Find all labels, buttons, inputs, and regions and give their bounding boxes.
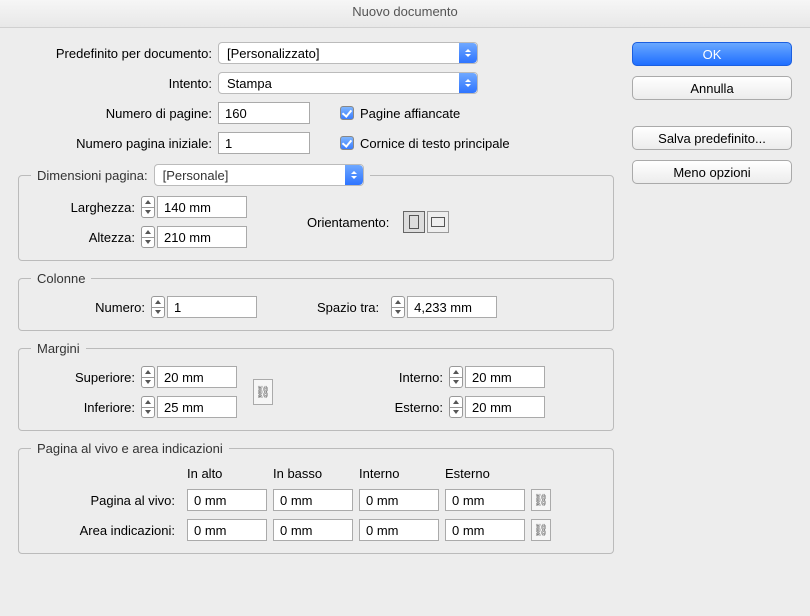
height-stepper[interactable] [141, 226, 155, 248]
width-stepper[interactable] [141, 196, 155, 218]
col-header-inside: Interno [359, 466, 439, 481]
label-primary-frame: Cornice di testo principale [360, 136, 510, 151]
link-bleed-icon[interactable]: ⛓ [531, 489, 551, 511]
primary-frame-checkbox[interactable] [340, 136, 354, 150]
margins-group: Margini Superiore: 20 mm Inferiore: 25 m… [18, 341, 614, 431]
window-title: Nuovo documento [0, 0, 810, 28]
bleed-slug-group: Pagina al vivo e area indicazioni In alt… [18, 441, 614, 554]
label-intent: Intento: [18, 76, 218, 91]
label-page-size: Dimensioni pagina: [37, 168, 148, 183]
intent-value: Stampa [227, 76, 272, 91]
label-margin-inside: Interno: [369, 370, 449, 385]
chevron-updown-icon [459, 73, 477, 93]
col-number-stepper[interactable] [151, 296, 165, 318]
col-header-bottom: In basso [273, 466, 353, 481]
label-col-number: Numero: [31, 300, 151, 315]
label-num-pages: Numero di pagine: [18, 106, 218, 121]
cancel-button[interactable]: Annulla [632, 76, 792, 100]
start-page-input[interactable]: 1 [218, 132, 310, 154]
slug-top-input[interactable]: 0 mm [187, 519, 267, 541]
preset-select[interactable]: [Personalizzato] [218, 42, 478, 64]
link-slug-icon[interactable]: ⛓ [531, 519, 551, 541]
slug-bottom-input[interactable]: 0 mm [273, 519, 353, 541]
margin-outside-stepper[interactable] [449, 396, 463, 418]
page-size-value: [Personale] [163, 168, 229, 183]
label-height: Altezza: [31, 230, 141, 245]
page-size-select[interactable]: [Personale] [154, 164, 364, 186]
label-start-page: Numero pagina iniziale: [18, 136, 218, 151]
bleed-legend: Pagina al vivo e area indicazioni [31, 441, 229, 456]
intent-select[interactable]: Stampa [218, 72, 478, 94]
margin-inside-input[interactable]: 20 mm [465, 366, 545, 388]
label-margin-bottom: Inferiore: [31, 400, 141, 415]
preset-value: [Personalizzato] [227, 46, 320, 61]
ok-button[interactable]: OK [632, 42, 792, 66]
margins-legend: Margini [31, 341, 86, 356]
height-input[interactable]: 210 mm [157, 226, 247, 248]
orientation-landscape-button[interactable] [427, 211, 449, 233]
gutter-input[interactable]: 4,233 mm [407, 296, 497, 318]
margin-top-stepper[interactable] [141, 366, 155, 388]
bleed-bottom-input[interactable]: 0 mm [273, 489, 353, 511]
col-number-input[interactable]: 1 [167, 296, 257, 318]
col-header-outside: Esterno [445, 466, 525, 481]
save-preset-button[interactable]: Salva predefinito... [632, 126, 792, 150]
label-width: Larghezza: [31, 200, 141, 215]
label-margin-top: Superiore: [31, 370, 141, 385]
label-margin-outside: Esterno: [369, 400, 449, 415]
chevron-updown-icon [345, 165, 363, 185]
gutter-stepper[interactable] [391, 296, 405, 318]
margin-top-input[interactable]: 20 mm [157, 366, 237, 388]
label-preset: Predefinito per documento: [18, 46, 218, 61]
width-input[interactable]: 140 mm [157, 196, 247, 218]
label-slug-row: Area indicazioni: [31, 523, 181, 538]
label-bleed-row: Pagina al vivo: [31, 493, 181, 508]
bleed-outside-input[interactable]: 0 mm [445, 489, 525, 511]
chevron-updown-icon [459, 43, 477, 63]
num-pages-input[interactable]: 160 [218, 102, 310, 124]
label-gutter: Spazio tra: [317, 300, 385, 315]
columns-legend: Colonne [31, 271, 91, 286]
landscape-icon [431, 217, 445, 227]
bleed-top-input[interactable]: 0 mm [187, 489, 267, 511]
fewer-options-button[interactable]: Meno opzioni [632, 160, 792, 184]
portrait-icon [409, 215, 419, 229]
link-margins-icon[interactable]: ⛓ [253, 379, 273, 405]
facing-pages-checkbox[interactable] [340, 106, 354, 120]
margin-outside-input[interactable]: 20 mm [465, 396, 545, 418]
label-orientation: Orientamento: [307, 215, 395, 230]
label-facing-pages: Pagine affiancate [360, 106, 460, 121]
slug-inside-input[interactable]: 0 mm [359, 519, 439, 541]
margin-bottom-input[interactable]: 25 mm [157, 396, 237, 418]
slug-outside-input[interactable]: 0 mm [445, 519, 525, 541]
page-size-group: Dimensioni pagina: [Personale] Larghezza… [18, 164, 614, 261]
margin-inside-stepper[interactable] [449, 366, 463, 388]
columns-group: Colonne Numero: 1 Spazio tra: 4,233 mm [18, 271, 614, 331]
margin-bottom-stepper[interactable] [141, 396, 155, 418]
col-header-top: In alto [187, 466, 267, 481]
orientation-portrait-button[interactable] [403, 211, 425, 233]
bleed-inside-input[interactable]: 0 mm [359, 489, 439, 511]
